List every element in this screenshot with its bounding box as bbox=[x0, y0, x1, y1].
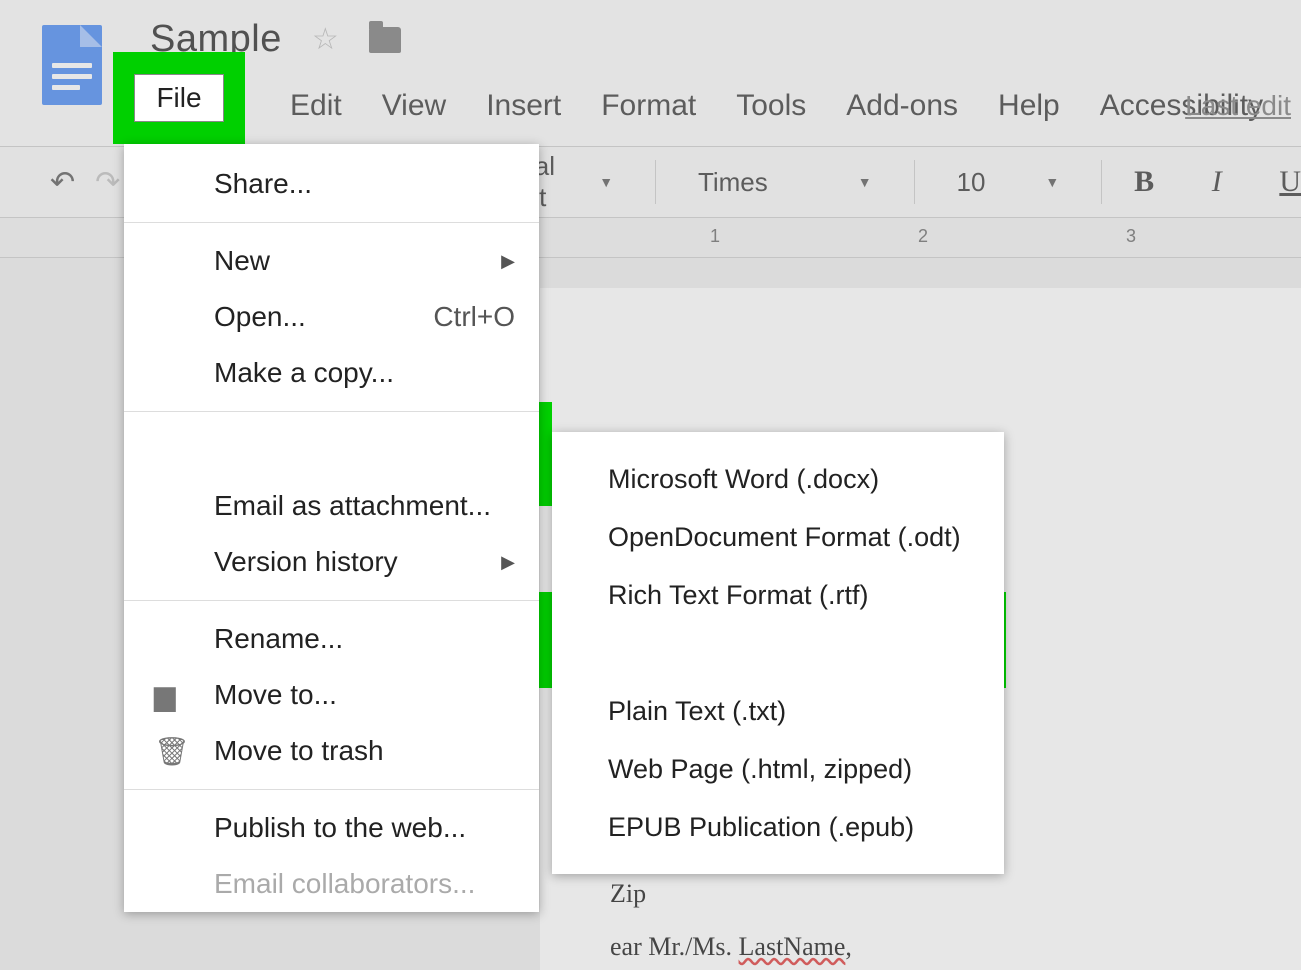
doc-text: ear Mr./Ms. bbox=[610, 932, 739, 961]
menu-help[interactable]: Help bbox=[998, 89, 1060, 123]
submenu-html[interactable]: Web Page (.html, zipped) bbox=[552, 740, 1004, 798]
submenu-txt[interactable]: Plain Text (.txt) bbox=[552, 682, 1004, 740]
file-menu-new[interactable]: New ▶ bbox=[124, 233, 539, 289]
menu-format[interactable]: Format bbox=[601, 89, 696, 123]
redo-icon[interactable]: ↷ bbox=[95, 165, 120, 200]
menu-view[interactable]: View bbox=[382, 89, 446, 123]
menu-addons[interactable]: Add-ons bbox=[846, 89, 958, 123]
file-menu-move-to[interactable]: ▆ Move to... bbox=[124, 667, 539, 723]
ruler-mark: 3 bbox=[1126, 226, 1136, 247]
file-menu-email-collab: Email collaborators... bbox=[124, 856, 539, 912]
chevron-down-icon: ▼ bbox=[1045, 174, 1059, 190]
highlight-file-menu: File bbox=[113, 52, 245, 144]
doc-text: LastName bbox=[739, 932, 846, 961]
docs-logo-icon bbox=[42, 25, 102, 105]
file-menu-open-label: Open... bbox=[214, 301, 306, 333]
file-menu-move-trash-label: Move to trash bbox=[214, 735, 384, 767]
file-menu-share-label: Share... bbox=[214, 168, 312, 200]
file-menu-publish-web-label: Publish to the web... bbox=[214, 812, 466, 844]
submenu-docx-label: Microsoft Word (.docx) bbox=[608, 464, 879, 495]
submenu-odt-label: OpenDocument Format (.odt) bbox=[608, 522, 961, 553]
file-menu-email-attachment[interactable]: Email as attachment... bbox=[124, 478, 539, 534]
file-menu-open[interactable]: Open... Ctrl+O bbox=[124, 289, 539, 345]
ruler-mark: 1 bbox=[710, 226, 720, 247]
folder-icon: ▆ bbox=[154, 679, 176, 712]
star-icon[interactable]: ☆ bbox=[312, 22, 339, 57]
file-menu-new-label: New bbox=[214, 245, 270, 277]
trash-icon: 🗑 bbox=[154, 735, 190, 768]
doc-text: Zip bbox=[610, 879, 646, 908]
submenu-arrow-icon: ▶ bbox=[501, 251, 515, 272]
font-label: Times bbox=[698, 167, 768, 198]
file-menu-rename[interactable]: Rename... bbox=[124, 611, 539, 667]
bold-button[interactable]: B bbox=[1134, 165, 1154, 199]
file-menu-publish-web[interactable]: Publish to the web... bbox=[124, 800, 539, 856]
file-menu-version-history-label: Version history bbox=[214, 546, 398, 578]
submenu-odt[interactable]: OpenDocument Format (.odt) bbox=[552, 508, 1004, 566]
download-submenu: Microsoft Word (.docx) OpenDocument Form… bbox=[552, 432, 1004, 874]
submenu-epub[interactable]: EPUB Publication (.epub) bbox=[552, 798, 1004, 856]
file-menu-version-history[interactable]: Version history ▶ bbox=[124, 534, 539, 590]
file-menu-open-shortcut: Ctrl+O bbox=[433, 301, 515, 333]
ruler-mark: 2 bbox=[918, 226, 928, 247]
file-menu-make-copy-label: Make a copy... bbox=[214, 357, 394, 389]
font-size-select[interactable]: 10 ▼ bbox=[946, 167, 1069, 198]
submenu-docx[interactable]: Microsoft Word (.docx) bbox=[552, 450, 1004, 508]
menu-file-label: File bbox=[156, 82, 201, 114]
doc-text: , bbox=[845, 932, 852, 961]
chevron-down-icon: ▼ bbox=[858, 174, 872, 190]
submenu-html-label: Web Page (.html, zipped) bbox=[608, 754, 912, 785]
file-menu-email-attachment-label: Email as attachment... bbox=[214, 490, 491, 522]
file-menu-move-trash[interactable]: 🗑 Move to trash bbox=[124, 723, 539, 779]
file-menu-rename-label: Rename... bbox=[214, 623, 343, 655]
last-edit-link[interactable]: Last edit bbox=[1185, 90, 1291, 122]
file-menu-move-to-label: Move to... bbox=[214, 679, 337, 711]
file-menu-email-collab-label: Email collaborators... bbox=[214, 868, 475, 900]
folder-icon[interactable] bbox=[369, 27, 401, 53]
menu-file[interactable]: File bbox=[134, 74, 224, 122]
italic-button[interactable]: I bbox=[1212, 165, 1222, 199]
font-select[interactable]: Times ▼ bbox=[688, 167, 882, 198]
submenu-rtf[interactable]: Rich Text Format (.rtf) bbox=[552, 566, 1004, 624]
chevron-down-icon: ▼ bbox=[599, 174, 613, 190]
menu-tools[interactable]: Tools bbox=[736, 89, 806, 123]
undo-icon[interactable]: ↶ bbox=[50, 165, 75, 200]
font-size-label: 10 bbox=[956, 167, 985, 198]
submenu-arrow-icon: ▶ bbox=[501, 552, 515, 573]
underline-button[interactable]: U bbox=[1279, 165, 1301, 199]
submenu-txt-label: Plain Text (.txt) bbox=[608, 696, 786, 727]
submenu-epub-label: EPUB Publication (.epub) bbox=[608, 812, 914, 843]
file-menu-make-copy[interactable]: Make a copy... bbox=[124, 345, 539, 401]
menubar: Edit View Insert Format Tools Add-ons He… bbox=[150, 61, 1301, 123]
menu-insert[interactable]: Insert bbox=[486, 89, 561, 123]
menu-edit[interactable]: Edit bbox=[290, 89, 342, 123]
file-menu-share[interactable]: Share... bbox=[124, 156, 539, 212]
submenu-rtf-label: Rich Text Format (.rtf) bbox=[608, 580, 869, 611]
file-menu: Share... New ▶ Open... Ctrl+O Make a cop… bbox=[124, 144, 539, 912]
